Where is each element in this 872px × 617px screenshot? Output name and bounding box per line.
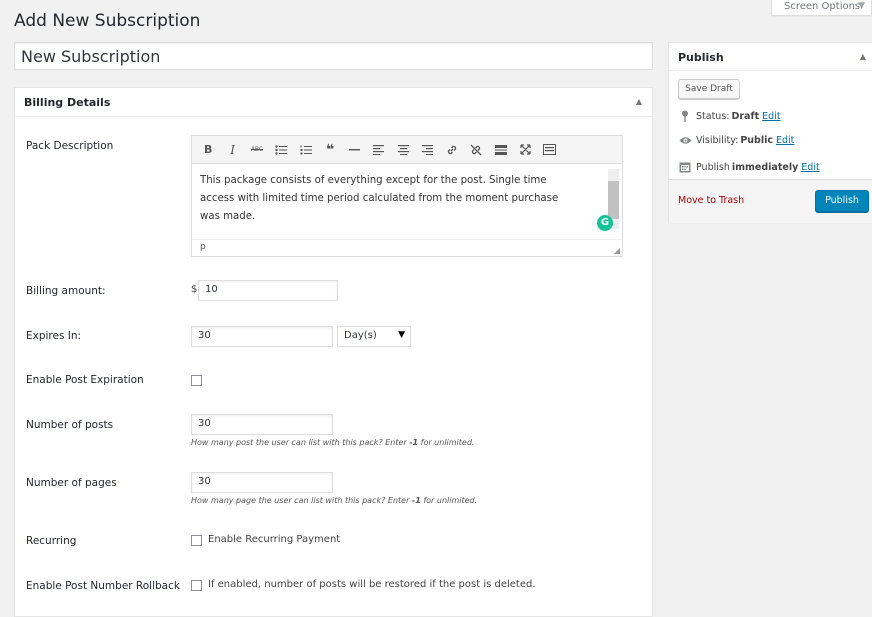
post-expiration-label: Enable Post Expiration — [26, 374, 144, 386]
number-of-pages-input[interactable]: 30 — [191, 472, 333, 493]
horizontal-line-icon[interactable] — [342, 140, 366, 160]
screen-options-toggle[interactable]: Screen Options ▼ — [771, 0, 872, 16]
read-more-icon[interactable] — [489, 140, 513, 160]
align-center-icon[interactable] — [391, 140, 415, 160]
fullscreen-icon[interactable] — [513, 140, 537, 160]
post-status-row: Status: Draft Edit — [678, 110, 781, 122]
publish-heading[interactable]: Publish — [669, 43, 872, 71]
collapse-toggle-icon[interactable]: ▲ — [636, 97, 642, 106]
italic-icon[interactable]: I — [220, 140, 244, 160]
post-rollback-checkbox-label[interactable]: If enabled, number of posts will be rest… — [208, 579, 536, 590]
bulleted-list-icon[interactable] — [269, 140, 293, 160]
publish-actions: Move to Trash Publish — [669, 179, 872, 223]
post-expiration-checkbox[interactable] — [191, 375, 202, 386]
expires-in-input[interactable]: 30 — [191, 326, 333, 347]
dropdown-arrow-icon: ▼ — [858, 1, 865, 11]
editor-content-area[interactable]: This package consists of everything exce… — [192, 165, 622, 240]
pack-description-label: Pack Description — [26, 140, 114, 152]
editor-toolbar: B I ABC ❝ — [192, 136, 622, 164]
visibility-value: Public — [740, 135, 773, 146]
billing-amount-input[interactable]: 10 — [198, 280, 338, 301]
expires-unit-select[interactable]: Day(s) ▼ — [337, 326, 411, 347]
edit-status-link[interactable]: Edit — [762, 111, 780, 122]
insert-link-icon[interactable] — [440, 140, 464, 160]
billing-details-box: Billing Details ▲ Pack Description B I A… — [14, 87, 653, 617]
expires-in-label: Expires In: — [26, 330, 82, 342]
schedule-value: immediately — [731, 161, 799, 173]
expires-unit-value: Day(s) — [344, 330, 377, 341]
post-rollback-label: Enable Post Number Rollback — [26, 580, 180, 592]
remove-link-icon[interactable] — [464, 140, 488, 160]
recurring-checkbox-label[interactable]: Enable Recurring Payment — [208, 534, 340, 545]
numbered-list-icon[interactable] — [294, 140, 318, 160]
align-right-icon[interactable] — [416, 140, 440, 160]
select-caret-icon: ▼ — [398, 330, 405, 340]
resize-handle-icon[interactable]: ◢ — [614, 246, 620, 255]
number-of-posts-label: Number of posts — [26, 419, 114, 431]
grammarly-icon[interactable]: G — [597, 215, 613, 231]
screen-options-label: Screen Options — [784, 1, 861, 12]
visibility-row: Visibility: Public Edit — [678, 135, 794, 146]
eye-icon — [678, 136, 692, 145]
collapse-toggle-icon[interactable]: ▲ — [860, 52, 866, 61]
align-left-icon[interactable] — [367, 140, 391, 160]
save-draft-button[interactable]: Save Draft — [678, 79, 740, 99]
publish-box: Publish ▲ Save Draft Status: Draft Edit … — [668, 42, 872, 223]
currency-symbol: $ — [191, 284, 198, 295]
number-of-posts-input[interactable]: 30 — [191, 414, 333, 435]
publish-button[interactable]: Publish — [815, 190, 869, 212]
editor-content-text: This package consists of everything exce… — [200, 175, 559, 222]
post-rollback-checkbox[interactable] — [191, 580, 202, 591]
scrollbar-thumb[interactable] — [608, 181, 619, 219]
billing-amount-label: Billing amount: — [26, 285, 106, 297]
visibility-label: Visibility: — [696, 135, 739, 146]
calendar-icon — [678, 161, 692, 173]
title-input[interactable]: New Subscription — [14, 42, 653, 70]
editor-statusbar: p ◢ — [192, 239, 622, 256]
billing-details-heading[interactable]: Billing Details — [15, 88, 652, 117]
strikethrough-icon[interactable]: ABC — [245, 140, 269, 160]
pack-description-editor[interactable]: B I ABC ❝ This package consists of every… — [191, 135, 623, 257]
number-of-posts-help: How many post the user can list with thi… — [191, 438, 475, 447]
recurring-checkbox[interactable] — [191, 535, 202, 546]
edit-visibility-link[interactable]: Edit — [776, 135, 794, 146]
pin-icon — [678, 110, 692, 122]
blockquote-icon[interactable]: ❝ — [318, 140, 342, 160]
move-to-trash-link[interactable]: Move to Trash — [678, 195, 744, 206]
status-label: Status: — [696, 110, 730, 122]
recurring-label: Recurring — [26, 535, 77, 547]
element-path[interactable]: p — [200, 242, 206, 252]
schedule-row: Publish immediately Edit — [678, 161, 820, 173]
page-title: Add New Subscription — [14, 11, 201, 31]
number-of-pages-label: Number of pages — [26, 477, 117, 489]
number-of-pages-help: How many page the user can list with thi… — [191, 496, 478, 505]
status-value: Draft — [731, 110, 760, 122]
bold-icon[interactable]: B — [196, 140, 220, 160]
edit-schedule-link[interactable]: Edit — [801, 162, 819, 173]
toolbar-toggle-icon[interactable] — [537, 140, 561, 160]
schedule-label: Publish — [696, 161, 730, 173]
